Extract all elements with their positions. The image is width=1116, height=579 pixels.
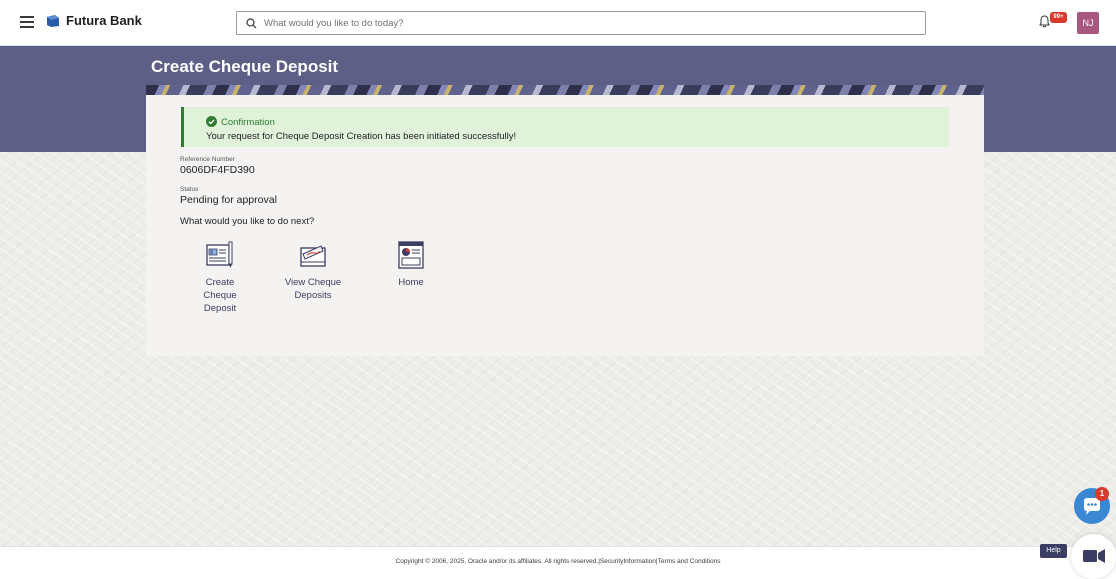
menu-icon[interactable] bbox=[20, 16, 34, 28]
create-cheque-deposit-link[interactable]: $ Create Cheque Deposit bbox=[189, 240, 251, 315]
view-cheque-deposits-link[interactable]: View Cheque Deposits bbox=[282, 240, 344, 302]
confirmation-title: Confirmation bbox=[221, 117, 275, 128]
view-cheque-deposits-label: View Cheque Deposits bbox=[284, 277, 342, 301]
reference-number-value: 0606DF4FD390 bbox=[180, 164, 255, 176]
check-circle-icon bbox=[206, 116, 217, 127]
notification-badge: 99+ bbox=[1050, 12, 1067, 23]
home-link[interactable]: Home bbox=[380, 240, 442, 289]
video-assist-button[interactable] bbox=[1071, 534, 1116, 579]
search-icon bbox=[246, 17, 257, 28]
help-button[interactable]: Help bbox=[1040, 544, 1067, 558]
chatbot-badge: 1 bbox=[1095, 487, 1109, 501]
svg-text:$: $ bbox=[210, 250, 213, 256]
reference-number-label: Reference Number bbox=[180, 156, 235, 163]
status-label: Status bbox=[180, 186, 199, 193]
footer-copyright: Copyright © 2006, 2025, Oracle and/or it… bbox=[395, 558, 721, 565]
footer: Copyright © 2006, 2025, Oracle and/or it… bbox=[0, 546, 1116, 579]
dashboard-home-icon bbox=[398, 241, 424, 269]
home-label: Home bbox=[398, 277, 424, 288]
search-input[interactable] bbox=[264, 17, 864, 29]
brand-name: Futura Bank bbox=[66, 13, 142, 28]
bell-icon[interactable] bbox=[1039, 15, 1050, 28]
cheque-form-icon: $ bbox=[206, 241, 233, 268]
cheque-envelope-icon bbox=[300, 245, 326, 267]
confirmation-message: Your request for Cheque Deposit Creation… bbox=[206, 131, 517, 142]
next-steps-question: What would you like to do next? bbox=[180, 216, 315, 227]
decorative-pattern bbox=[146, 85, 984, 95]
top-header: Futura Bank 99+ NJ bbox=[0, 0, 1116, 46]
confirmation-banner: Confirmation Your request for Cheque Dep… bbox=[181, 107, 949, 147]
brand[interactable]: Futura Bank bbox=[46, 13, 142, 28]
page-title: Create Cheque Deposit bbox=[151, 57, 339, 76]
status-value: Pending for approval bbox=[180, 194, 277, 206]
avatar[interactable]: NJ bbox=[1077, 12, 1099, 34]
create-cheque-deposit-label: Create Cheque Deposit bbox=[203, 277, 237, 314]
video-camera-icon bbox=[1083, 549, 1105, 563]
bank-logo-icon bbox=[47, 14, 59, 27]
search-bar[interactable] bbox=[236, 11, 926, 35]
